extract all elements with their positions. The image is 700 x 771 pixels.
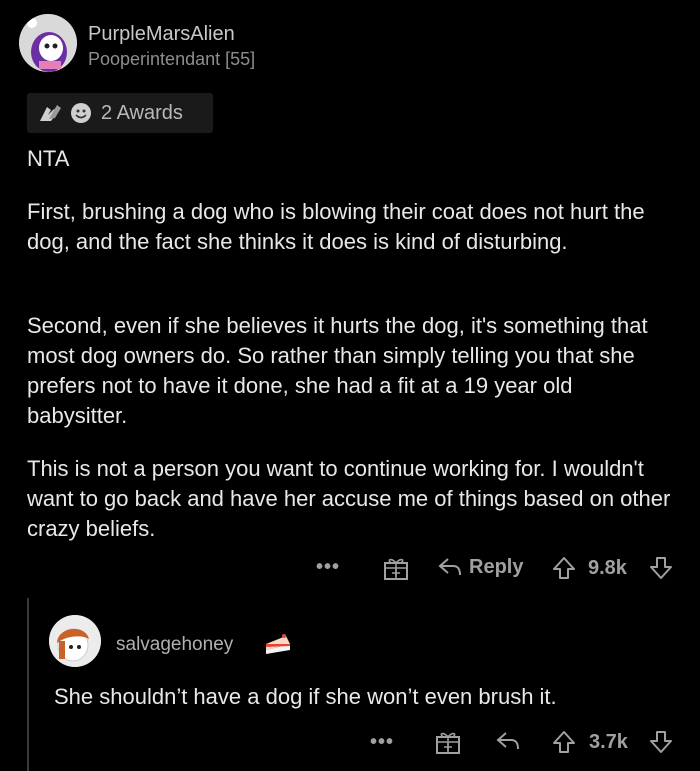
reply-username[interactable]: salvagehoney [116, 634, 233, 656]
upvote-arrow-icon[interactable] [551, 729, 577, 755]
clapping-hands-award-icon [37, 101, 65, 125]
reddit-avatar-icon [19, 14, 77, 72]
awards-count: 2 Awards [101, 101, 183, 124]
reply-label: Reply [469, 555, 524, 578]
wholesome-award-icon [69, 101, 93, 125]
gift-icon[interactable] [435, 729, 461, 755]
reply-arrow-icon [437, 555, 463, 579]
username[interactable]: PurpleMarsAlien [88, 23, 235, 46]
avatar[interactable] [19, 14, 77, 72]
reply-avatar[interactable] [49, 615, 101, 667]
thread-line[interactable] [27, 598, 29, 771]
downvote-arrow-icon[interactable] [648, 555, 674, 581]
reply-vote-score: 3.7k [589, 731, 628, 753]
reply-body: She shouldn’t have a dog if she won’t ev… [54, 684, 557, 709]
comment-paragraph: Second, even if she believes it hurts th… [27, 313, 648, 428]
awards-badge[interactable]: 2 Awards [27, 93, 213, 133]
more-options-button[interactable]: ••• [316, 556, 340, 579]
reply-button[interactable]: Reply [437, 555, 523, 579]
user-flair: Pooperintendant [55] [88, 49, 256, 69]
upvote-arrow-icon[interactable] [551, 555, 577, 581]
reply-more-options-button[interactable]: ••• [370, 731, 394, 754]
comment-paragraph: This is not a person you want to continu… [27, 456, 671, 541]
comment-paragraph: First, brushing a dog who is blowing the… [27, 199, 645, 254]
reddit-avatar-icon [49, 615, 101, 667]
gift-icon[interactable] [383, 555, 409, 581]
comment-paragraph: NTA [27, 146, 70, 171]
vote-score: 9.8k [588, 557, 627, 579]
reply-arrow-icon[interactable] [495, 729, 521, 753]
downvote-arrow-icon[interactable] [648, 729, 674, 755]
cake-day-icon [264, 630, 292, 656]
